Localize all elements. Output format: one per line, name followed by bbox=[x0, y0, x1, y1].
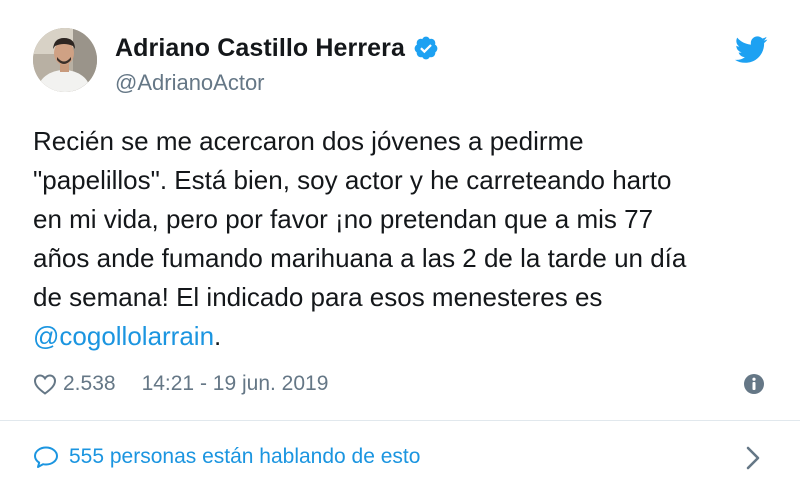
divider bbox=[0, 420, 800, 421]
author-name-row[interactable]: Adriano Castillo Herrera bbox=[115, 30, 439, 66]
conversation-link[interactable]: 555 personas están hablando de esto bbox=[33, 440, 420, 474]
tweet-text-line: en mi vida, pero por favor ¡no pretendan… bbox=[33, 204, 654, 234]
tweet-text-line: "papelillos". Está bien, soy actor y he … bbox=[33, 165, 672, 195]
tweet-timestamp[interactable]: 14:21 - 19 jun. 2019 bbox=[142, 372, 329, 396]
avatar[interactable] bbox=[33, 28, 97, 92]
info-icon[interactable] bbox=[743, 373, 765, 395]
embedded-tweet: Adriano Castillo Herrera @AdrianoActor R… bbox=[0, 0, 800, 480]
tweet-text-last-line: @cogollolarrain. bbox=[33, 317, 773, 356]
conversation-label[interactable]: 555 personas están hablando de esto bbox=[69, 445, 420, 469]
tweet-text: Recién se me acercaron dos jóvenes a ped… bbox=[33, 122, 773, 356]
like-count[interactable]: 2.538 bbox=[63, 372, 116, 396]
verified-badge-icon bbox=[414, 36, 438, 60]
tweet-meta: 2.538 14:21 - 19 jun. 2019 bbox=[33, 367, 328, 401]
tweet-text-line: Recién se me acercaron dos jóvenes a ped… bbox=[33, 126, 584, 156]
mention-link[interactable]: @cogollolarrain bbox=[33, 321, 214, 351]
mention-suffix: . bbox=[214, 321, 222, 351]
author-display-name[interactable]: Adriano Castillo Herrera bbox=[115, 34, 405, 63]
author-handle[interactable]: @AdrianoActor bbox=[115, 70, 265, 96]
tweet-text-line: de semana! El indicado para esos meneste… bbox=[33, 282, 603, 312]
chevron-right-icon[interactable] bbox=[745, 445, 761, 471]
tweet-text-line: años ande fumando marihuana a las 2 de l… bbox=[33, 243, 687, 273]
twitter-bird-icon[interactable] bbox=[735, 36, 768, 64]
heart-icon[interactable] bbox=[33, 373, 57, 395]
speech-bubble-icon bbox=[34, 446, 58, 468]
